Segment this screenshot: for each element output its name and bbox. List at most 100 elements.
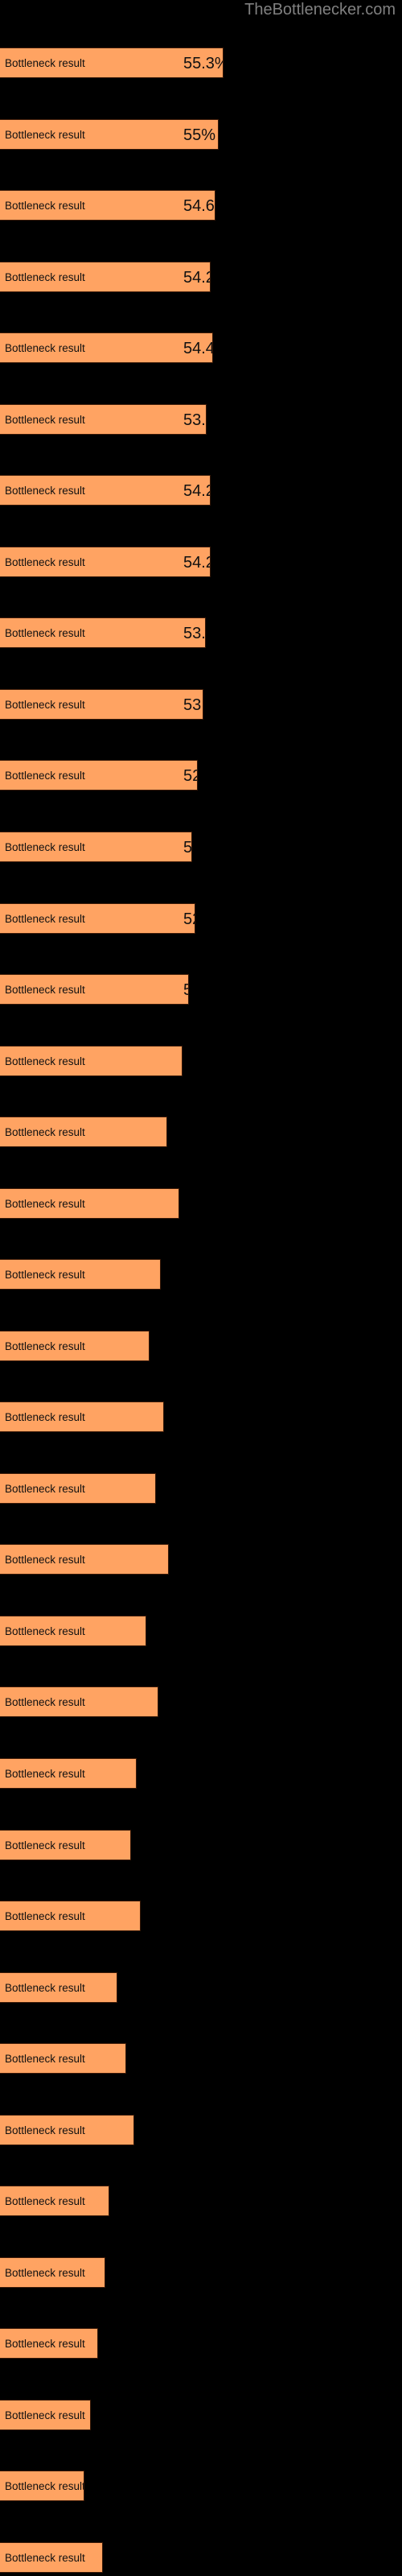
- bar-category-label: Bottleneck result: [5, 1483, 85, 1495]
- bar-inner: Bottleneck result 55.3%: [0, 48, 223, 77]
- bar: Bottleneck result45%: [0, 1117, 167, 1147]
- bar-inner: Bottleneck result 51.9%: [0, 832, 191, 861]
- bar-inner: Bottleneck result40%: [0, 1402, 163, 1431]
- bar-inner: Bottleneck result 52.8%: [0, 761, 197, 790]
- bar-value-label: 55%: [183, 126, 216, 144]
- bar: Bottleneck result 53.7%: [0, 617, 206, 648]
- bar-inner: Bottleneck result43%: [0, 1260, 160, 1289]
- bar-inner: Bottleneck result17%: [0, 2471, 84, 2500]
- bar: Bottleneck result 54.6%: [0, 190, 215, 221]
- bar-category-label: Bottleneck result: [5, 2552, 85, 2564]
- bar-category-label: Bottleneck result: [5, 1696, 85, 1708]
- bar-value-label: 52.1%: [183, 910, 195, 928]
- bar: Bottleneck result25%: [0, 2115, 134, 2145]
- bar-inner: Bottleneck result39%: [0, 1474, 155, 1503]
- bar-inner: Bottleneck result25%: [0, 2116, 133, 2145]
- bar-inner: Bottleneck result 54.4%: [0, 333, 212, 362]
- bar: Bottleneck result 54.4%: [0, 332, 213, 363]
- bar-inner: Bottleneck result 51.4%: [0, 975, 188, 1004]
- bar-category-label: Bottleneck result: [5, 1982, 85, 1994]
- bar-inner: Bottleneck result 54.6%: [0, 191, 215, 220]
- bar-category-label: Bottleneck result: [5, 200, 85, 212]
- bar: Bottleneck result28%: [0, 1972, 117, 2003]
- bar: Bottleneck result31%: [0, 1830, 131, 1860]
- bar: Bottleneck result 54.2%: [0, 262, 211, 292]
- bar-inner: Bottleneck result27%: [0, 2044, 125, 2073]
- bar-value-label: 54.4%: [183, 340, 212, 357]
- bar-category-label: Bottleneck result: [5, 1198, 85, 1210]
- bar: Bottleneck result43%: [0, 1259, 161, 1290]
- bar: Bottleneck result36%: [0, 1616, 146, 1646]
- bar-category-label: Bottleneck result: [5, 2124, 85, 2136]
- bar-inner: Bottleneck result30%: [0, 1901, 140, 1930]
- bar-inner: Bottleneck result 52.1%: [0, 904, 195, 933]
- bar-inner: Bottleneck result20%: [0, 2329, 97, 2358]
- bar-value-label: 54.2%: [183, 554, 210, 572]
- bar: Bottleneck result38%: [0, 1544, 169, 1575]
- bar-category-label: Bottleneck result: [5, 1126, 85, 1138]
- bar: Bottleneck result 52.1%: [0, 903, 195, 934]
- bar-inner: Bottleneck result 55%: [0, 120, 218, 149]
- bar: Bottleneck result44%: [0, 1188, 179, 1219]
- bar-inner: Bottleneck result28%: [0, 1973, 117, 2002]
- bar: Bottleneck result20%: [0, 2328, 98, 2359]
- bar-category-label: Bottleneck result: [5, 1839, 85, 1852]
- bar: Bottleneck result40%: [0, 1402, 164, 1432]
- bar-inner: Bottleneck result41%: [0, 1331, 149, 1360]
- bar-category-label: Bottleneck result: [5, 2267, 85, 2279]
- bottleneck-bar-chart: TheBottlenecker.com Bottleneck result 55.…: [0, 0, 402, 2576]
- bar: Bottleneck result39%: [0, 1473, 156, 1504]
- bar: Bottleneck result 54.2%: [0, 547, 211, 577]
- bar-category-label: Bottleneck result: [5, 271, 85, 283]
- bar: Bottleneck result33%: [0, 1758, 137, 1789]
- bar-inner: Bottleneck result36%: [0, 1616, 146, 1645]
- bar: Bottleneck result23%: [0, 2186, 109, 2216]
- bar-inner: Bottleneck result38%: [0, 1545, 168, 1574]
- bar-category-label: Bottleneck result: [5, 57, 85, 69]
- bar-inner: Bottleneck result 53.7%: [0, 405, 206, 434]
- bar: Bottleneck result48%: [0, 1046, 183, 1076]
- bar-category-label: Bottleneck result: [5, 342, 85, 354]
- bar-inner: Bottleneck result19%: [0, 2401, 90, 2429]
- bar-category-label: Bottleneck result: [5, 699, 85, 711]
- bar-category-label: Bottleneck result: [5, 1910, 85, 1922]
- bar: Bottleneck result30%: [0, 1901, 141, 1931]
- bar-inner: Bottleneck result23%: [0, 2186, 109, 2215]
- bar-value-label: 51.9%: [183, 839, 192, 857]
- bar: Bottleneck result 51.9%: [0, 832, 192, 862]
- bar-category-label: Bottleneck result: [5, 414, 85, 426]
- bar-category-label: Bottleneck result: [5, 627, 85, 639]
- bar-value-label: 55.3%: [183, 55, 223, 72]
- bar: Bottleneck result 53.7%: [0, 404, 207, 435]
- bar-value-label: 54.2%: [183, 482, 210, 500]
- bar: Bottleneck result16%: [0, 2542, 103, 2573]
- bar-category-label: Bottleneck result: [5, 1340, 85, 1352]
- bar-inner: Bottleneck result34%: [0, 1687, 158, 1716]
- bar: Bottleneck result22%: [0, 2257, 105, 2288]
- bar-inner: Bottleneck result 54.2%: [0, 262, 210, 291]
- bar-category-label: Bottleneck result: [5, 1411, 85, 1423]
- bar-category-label: Bottleneck result: [5, 913, 85, 925]
- bar-category-label: Bottleneck result: [5, 485, 85, 497]
- bar-inner: Bottleneck result 53.7%: [0, 618, 205, 647]
- bar-inner: Bottleneck result45%: [0, 1117, 166, 1146]
- bar: Bottleneck result 55%: [0, 119, 219, 150]
- bar-value-label: 51.4%: [183, 975, 188, 1004]
- bar: Bottleneck result19%: [0, 2400, 91, 2430]
- bar-inner: Bottleneck result48%: [0, 1046, 182, 1075]
- bar-inner: Bottleneck result 54.2%: [0, 476, 210, 505]
- bar-value-label: 54.6%: [183, 197, 215, 215]
- bar: Bottleneck result17%: [0, 2471, 84, 2501]
- bar: Bottleneck result 54.2%: [0, 475, 211, 506]
- bar-category-label: Bottleneck result: [5, 1269, 85, 1281]
- bar-category-label: Bottleneck result: [5, 1768, 85, 1780]
- bar: Bottleneck result 51.4%: [0, 974, 189, 1005]
- bar-inner: Bottleneck result16%: [0, 2543, 102, 2572]
- bar-value-label: 53.7%: [183, 625, 206, 642]
- bar-category-label: Bottleneck result: [5, 2480, 84, 2492]
- bar-category-label: Bottleneck result: [5, 2338, 85, 2350]
- bar-value-label: 52.8%: [183, 767, 197, 785]
- bar-category-label: Bottleneck result: [5, 1055, 85, 1067]
- bar-inner: Bottleneck result31%: [0, 1831, 130, 1860]
- bar-category-label: Bottleneck result: [5, 2409, 85, 2421]
